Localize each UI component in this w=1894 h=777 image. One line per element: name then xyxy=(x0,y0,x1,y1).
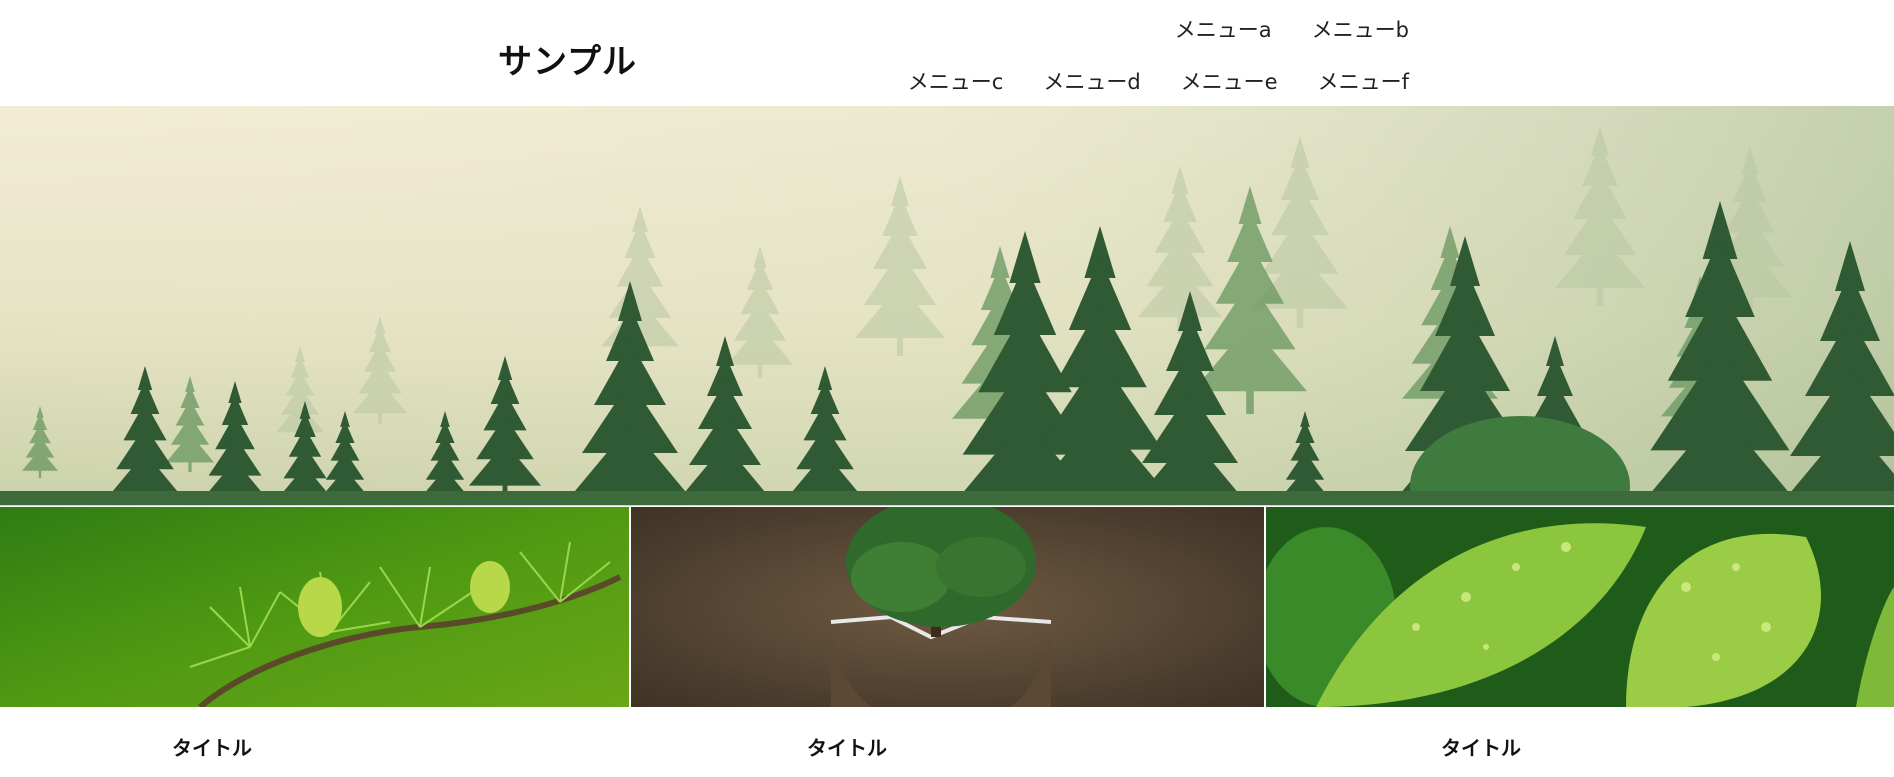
site-title[interactable]: サンプル xyxy=(498,34,637,83)
card-3[interactable]: タイトル xyxy=(1266,507,1894,777)
nav-item-e[interactable]: メニューe xyxy=(1181,66,1278,96)
card-2[interactable]: タイトル xyxy=(631,507,1264,777)
card-3-title[interactable]: タイトル xyxy=(1441,732,1521,761)
nav-item-d[interactable]: メニューd xyxy=(1043,66,1140,96)
site-header: サンプル メニューa メニューb メニューc メニューd メニューe メニューf xyxy=(0,0,1894,106)
card-3-image[interactable] xyxy=(1266,507,1894,707)
larch-branch-image xyxy=(0,507,629,707)
card-1-image[interactable] xyxy=(0,507,629,707)
wet-green-leaves-image xyxy=(1266,507,1894,707)
card-1-title[interactable]: タイトル xyxy=(172,732,252,761)
nav-item-f[interactable]: メニューf xyxy=(1318,66,1409,96)
nav-item-a[interactable]: メニューa xyxy=(1175,14,1272,44)
nav-item-b[interactable]: メニューb xyxy=(1312,14,1409,44)
hero-banner xyxy=(0,106,1894,506)
card-2-image[interactable] xyxy=(631,507,1264,707)
misty-pine-forest-image xyxy=(0,106,1894,505)
nav-row-bottom: メニューc メニューd メニューe メニューf xyxy=(868,66,1409,96)
nav-item-c[interactable]: メニューc xyxy=(908,66,1004,96)
tree-in-glass-sphere-image xyxy=(631,507,1264,707)
card-2-title[interactable]: タイトル xyxy=(807,732,887,761)
card-grid: タイトル タイトル タイトル xyxy=(0,507,1894,777)
card-1[interactable]: タイトル xyxy=(0,507,629,777)
nav-row-top: メニューa メニューb xyxy=(1135,14,1409,44)
